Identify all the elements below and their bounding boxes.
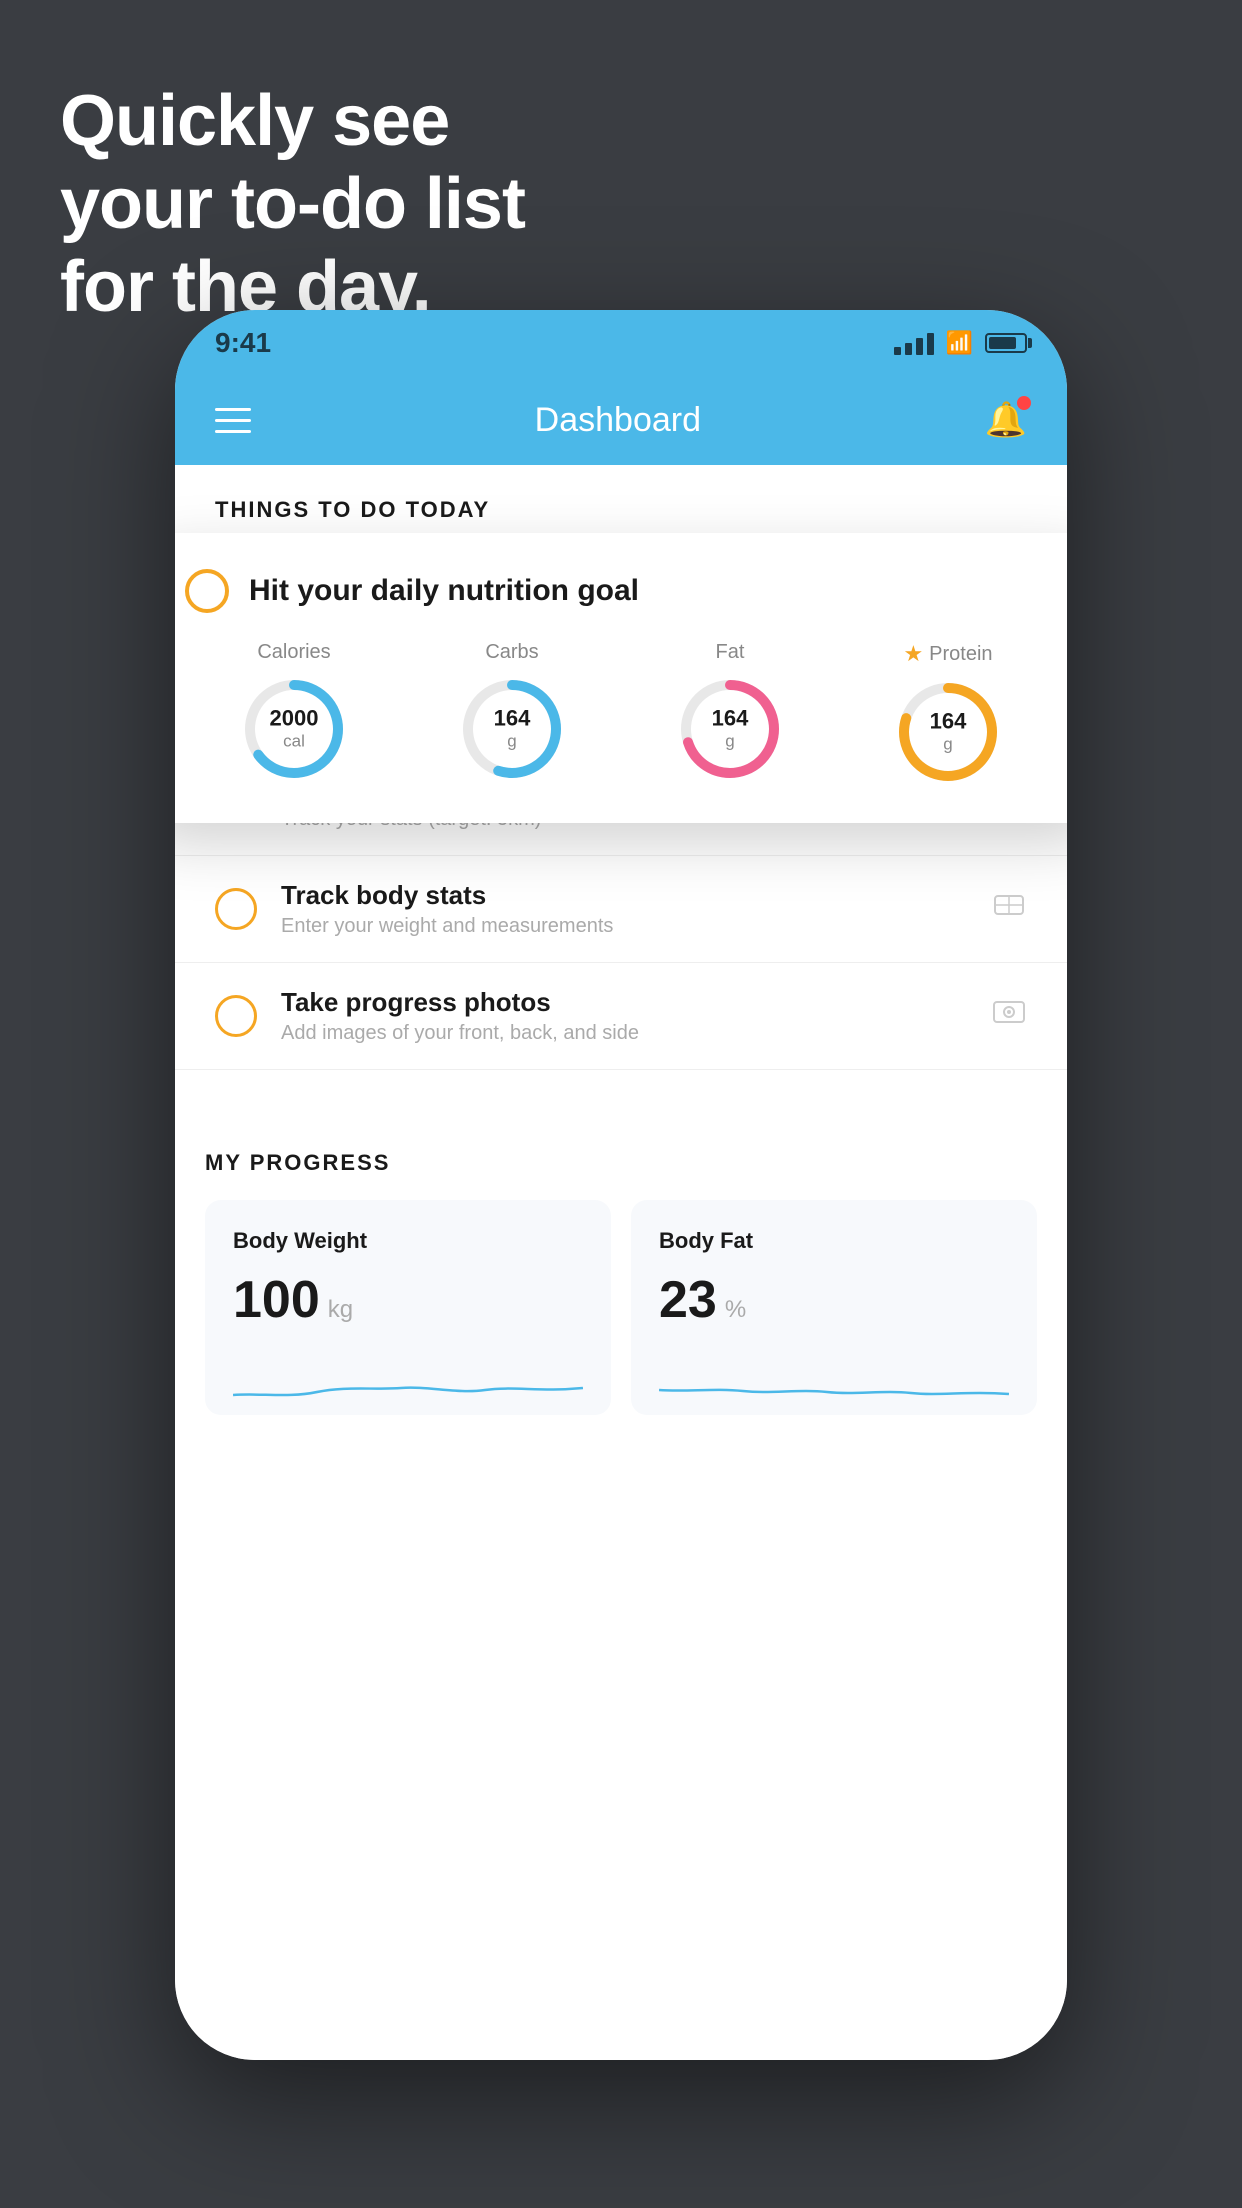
todo-item-body-stats[interactable]: Track body stats Enter your weight and m… xyxy=(175,856,1067,963)
fat-value: 164 g xyxy=(712,706,749,753)
body-stats-text: Track body stats Enter your weight and m… xyxy=(281,880,967,938)
status-icons: 📶 xyxy=(894,330,1027,356)
fat-label: Fat xyxy=(716,641,745,664)
todo-item-photos[interactable]: Take progress photos Add images of your … xyxy=(175,963,1067,1070)
calories-label: Calories xyxy=(257,641,330,664)
signal-icon xyxy=(894,331,934,355)
things-today-header: THINGS TO DO TODAY xyxy=(175,465,1067,539)
body-weight-value-row: 100 kg xyxy=(233,1270,583,1330)
body-fat-value-row: 23 % xyxy=(659,1270,1009,1330)
phone-frame: 9:41 📶 Dashboard 🔔 TH xyxy=(175,310,1067,2060)
body-stats-circle xyxy=(215,888,257,930)
menu-button[interactable] xyxy=(215,408,251,433)
nutrition-calories: Calories 2000 cal xyxy=(239,641,349,784)
notification-bell[interactable]: 🔔 xyxy=(985,400,1027,440)
nutrition-row: Calories 2000 cal Carbs xyxy=(185,641,1057,787)
body-stats-title: Track body stats xyxy=(281,880,967,911)
body-fat-card[interactable]: Body Fat 23 % xyxy=(631,1200,1037,1415)
body-weight-sparkline xyxy=(233,1350,583,1410)
status-bar: 9:41 📶 xyxy=(175,310,1067,375)
body-fat-title: Body Fat xyxy=(659,1228,1009,1254)
calories-ring: 2000 cal xyxy=(239,674,349,784)
body-weight-card[interactable]: Body Weight 100 kg xyxy=(205,1200,611,1415)
carbs-ring: 164 g xyxy=(457,674,567,784)
progress-section-title: MY PROGRESS xyxy=(205,1150,1037,1176)
body-stats-subtitle: Enter your weight and measurements xyxy=(281,915,967,938)
nutrition-protein: ★ Protein 164 g xyxy=(893,641,1003,787)
battery-icon xyxy=(985,333,1027,353)
header-title: Dashboard xyxy=(535,401,701,440)
fat-ring: 164 g xyxy=(675,674,785,784)
body-fat-unit: % xyxy=(725,1296,746,1324)
headline: Quickly see your to-do list for the day. xyxy=(60,80,525,328)
body-weight-value: 100 xyxy=(233,1270,320,1330)
body-fat-value: 23 xyxy=(659,1270,717,1330)
progress-section: MY PROGRESS Body Weight 100 kg Body Fat xyxy=(175,1110,1067,1415)
photos-circle xyxy=(215,995,257,1037)
carbs-value: 164 g xyxy=(494,706,531,753)
protein-ring: 164 g xyxy=(893,677,1003,787)
protein-text: Protein xyxy=(929,643,992,666)
notification-dot xyxy=(1017,396,1031,410)
photos-subtitle: Add images of your front, back, and side xyxy=(281,1022,967,1045)
photos-title: Take progress photos xyxy=(281,987,967,1018)
protein-label: ★ Protein xyxy=(903,641,992,667)
nutrition-fat: Fat 164 g xyxy=(675,641,785,784)
nutrition-carbs: Carbs 164 g xyxy=(457,641,567,784)
body-weight-title: Body Weight xyxy=(233,1228,583,1254)
popup-card-header: Hit your daily nutrition goal xyxy=(185,569,1057,613)
nutrition-circle-check xyxy=(185,569,229,613)
headline-line1: Quickly see xyxy=(60,80,525,163)
body-weight-unit: kg xyxy=(328,1296,353,1324)
headline-line2: your to-do list xyxy=(60,163,525,246)
carbs-label: Carbs xyxy=(485,641,538,664)
nutrition-popup-card: Hit your daily nutrition goal Calories 2… xyxy=(175,533,1067,823)
body-stats-icon xyxy=(991,890,1027,928)
app-header: Dashboard 🔔 xyxy=(175,375,1067,465)
progress-cards: Body Weight 100 kg Body Fat 23 % xyxy=(205,1200,1037,1415)
status-time: 9:41 xyxy=(215,327,271,359)
app-content: THINGS TO DO TODAY Hit your daily nutrit… xyxy=(175,465,1067,2060)
wifi-icon: 📶 xyxy=(946,330,973,356)
body-fat-sparkline xyxy=(659,1350,1009,1410)
star-icon: ★ xyxy=(903,641,923,667)
calories-value: 2000 cal xyxy=(270,706,319,753)
photos-text: Take progress photos Add images of your … xyxy=(281,987,967,1045)
popup-card-title: Hit your daily nutrition goal xyxy=(249,574,639,608)
protein-value: 164 g xyxy=(930,709,967,756)
photos-icon xyxy=(991,997,1027,1035)
